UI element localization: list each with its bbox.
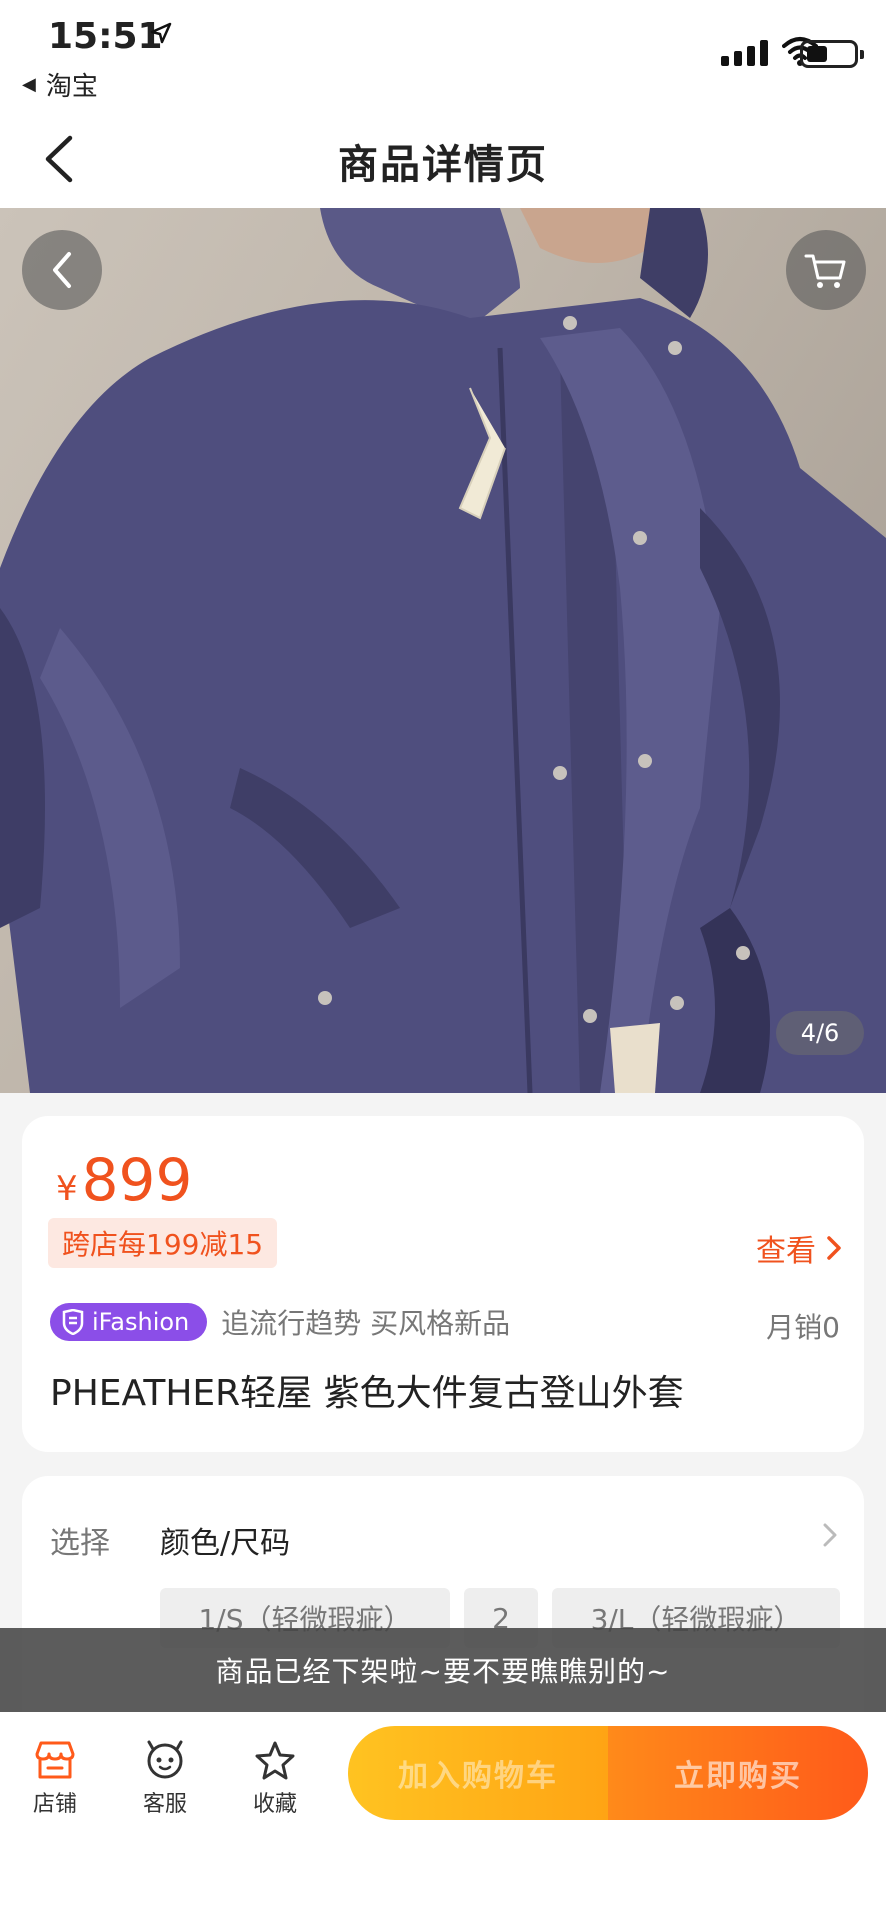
service-label: 客服 [142,1792,187,1817]
add-to-cart-button[interactable]: 加入购物车 [348,1726,608,1820]
store-icon [35,1741,75,1779]
delisted-toast: 商品已经下架啦~要不要瞧瞧别的~ [0,1628,886,1712]
store-label: 店铺 [32,1792,77,1817]
status-time: 15:51 [48,16,163,57]
store-button[interactable]: 店铺 [10,1740,100,1818]
coupon-badge[interactable]: 跨店每199减15 [48,1218,278,1268]
battery-icon [800,40,864,68]
product-title: PHEATHER轻屋 紫色大件复古登山外套 [50,1373,684,1414]
star-icon [255,1741,295,1780]
brand-tag-row: iFashion 追流行趋势 买风格新品 [50,1302,510,1342]
select-value: 颜色/尺码 [160,1526,291,1561]
back-to-app-link[interactable]: ◀ 淘宝 [22,66,98,103]
monthly-sales: 月销0 [766,1311,840,1344]
view-more-label: 查看 [756,1234,816,1269]
gallery-cart-button[interactable] [786,230,866,310]
product-image-gallery[interactable]: 4/6 [0,208,886,1093]
shopping-cart-icon [804,254,846,288]
view-coupon-link[interactable]: 查看 [756,1226,842,1270]
customer-service-button[interactable]: 客服 [120,1740,210,1818]
product-photo [0,208,886,1093]
favorite-label: 收藏 [252,1792,297,1817]
chevron-right-icon [823,1523,837,1547]
buy-now-button[interactable]: 立即购买 [608,1726,868,1820]
select-label: 选择 [50,1526,110,1561]
price-card: ¥ 899 跨店每199减15 查看 iFashion 追流行趋势 买风格新品 … [22,1116,864,1452]
cellular-signal-icon [721,40,768,66]
nav-bar: 商品详情页 [0,110,886,208]
back-app-label: 淘宝 [45,72,98,102]
ifashion-badge[interactable]: iFashion [50,1303,208,1341]
page-title: 商品详情页 [338,142,548,188]
chevron-left-icon [53,252,71,288]
currency-symbol: ¥ [56,1169,78,1209]
customer-service-icon [147,1740,183,1779]
location-arrow-icon [150,22,172,44]
ifashion-label: iFashion [92,1308,190,1336]
bottom-action-bar: 店铺 客服 收藏 加入购物车 立即购买 [0,1712,886,1920]
gallery-counter: 4/6 [776,1011,864,1055]
favorite-button[interactable]: 收藏 [230,1740,320,1818]
product-detail-page: 15:51 ◀ 淘宝 商品详情页 4/6 ¥ 899 跨店每199减15 查看 … [0,0,886,1920]
price-amount: 899 [81,1146,193,1214]
price: ¥ 899 [56,1146,192,1214]
gallery-back-button[interactable] [22,230,102,310]
chevron-right-icon [827,1236,841,1260]
ifashion-logo-icon [62,1309,84,1335]
brand-slogan: 追流行趋势 买风格新品 [221,1307,511,1340]
status-bar: 15:51 ◀ 淘宝 [0,0,886,110]
purchase-buttons: 加入购物车 立即购买 [348,1726,868,1820]
back-triangle-icon: ◀ [22,74,36,95]
